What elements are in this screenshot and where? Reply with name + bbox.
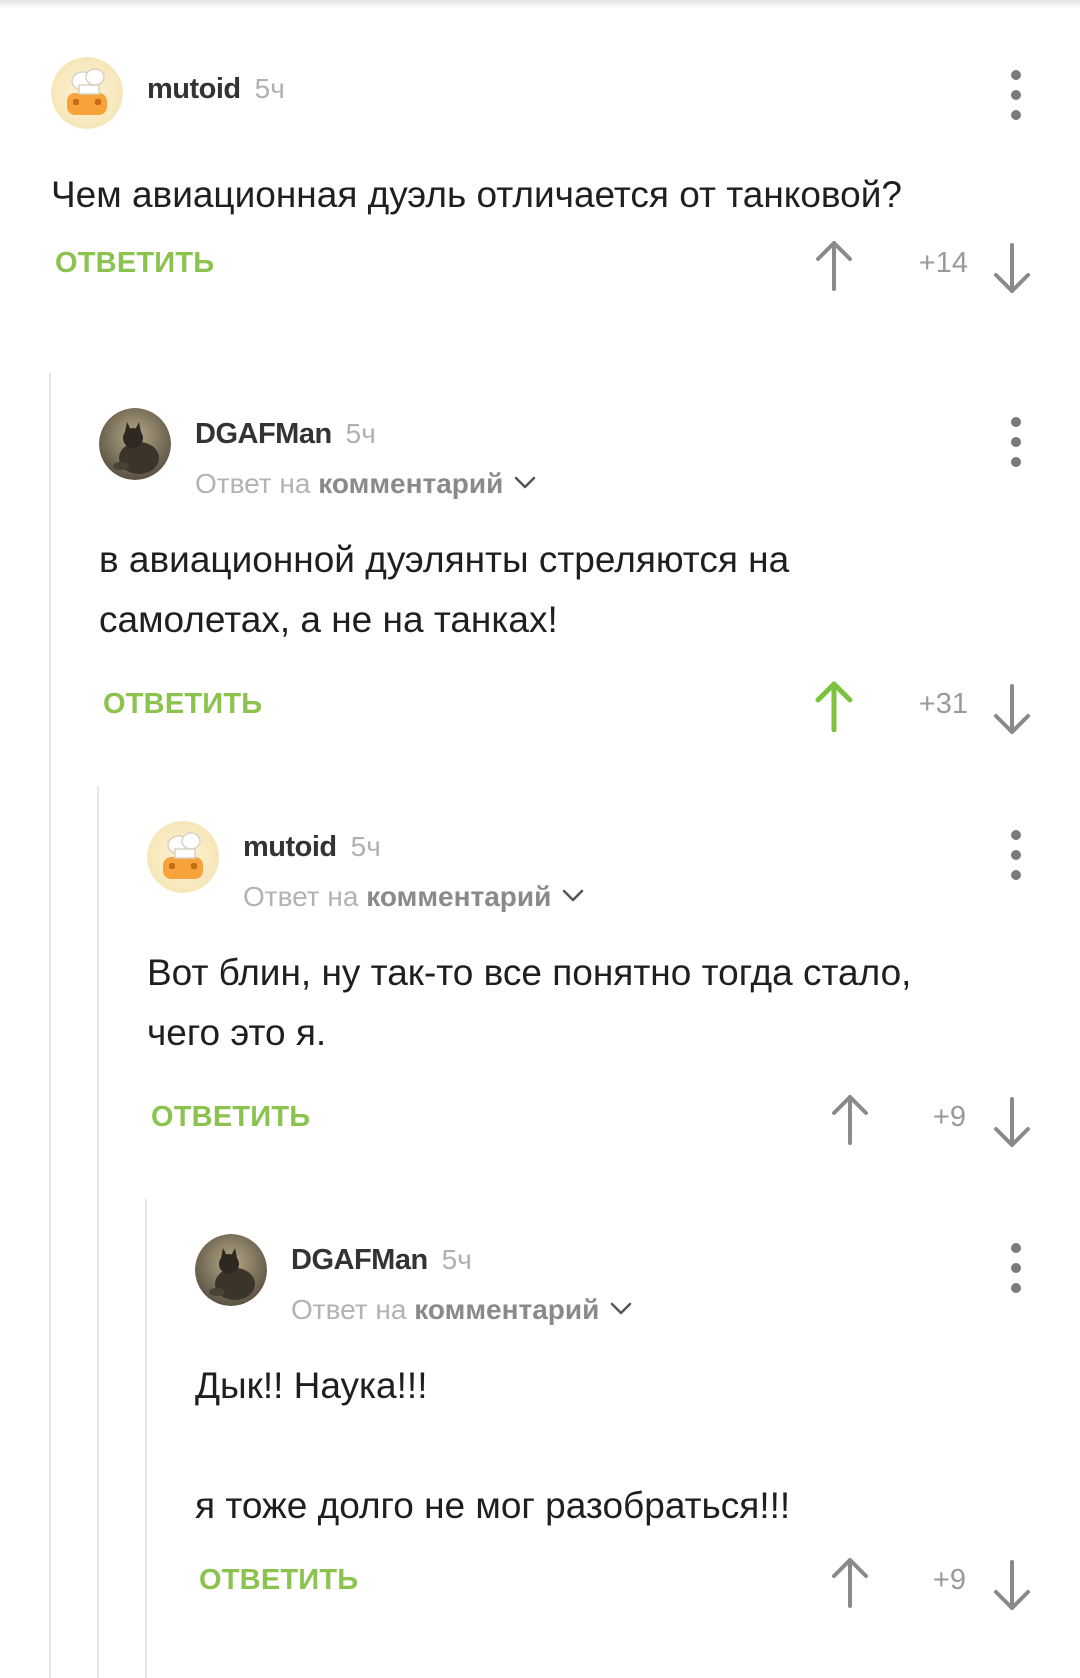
comment-text: Дык!! Наука!!! я тоже долго не мог разоб… <box>195 1365 791 1526</box>
author-name[interactable]: mutoid <box>147 73 241 105</box>
comment-header: mutoid 5ч <box>51 57 1080 137</box>
downvote-arrow-icon[interactable] <box>992 684 1032 736</box>
downvote-arrow-icon[interactable] <box>992 1560 1032 1612</box>
author-name[interactable]: DGAFMan <box>291 1244 428 1276</box>
comment: DGAFMan 5ч Ответ на комментарий в авиацио… <box>99 408 1080 740</box>
comment-actions: ОТВЕТИТЬ +14 <box>51 239 1080 299</box>
comment-text: Чем авиационная дуэль отличается от танк… <box>51 174 902 215</box>
reply-to-link[interactable]: комментарий <box>366 881 551 912</box>
upvote-arrow-icon[interactable] <box>814 680 854 732</box>
thread-line-level-2 <box>97 786 99 1678</box>
chevron-down-icon[interactable] <box>609 1301 633 1317</box>
more-options-icon[interactable] <box>1004 1238 1028 1298</box>
author-row: DGAFMan 5ч <box>195 418 376 451</box>
reply-to-link[interactable]: комментарий <box>318 468 503 499</box>
upvote-arrow-icon[interactable] <box>830 1093 870 1145</box>
chef-hat-avatar-icon[interactable] <box>147 821 219 893</box>
comment-text: Вот блин, ну так-то все понятно тогда ст… <box>147 952 912 1053</box>
comment-header: mutoid 5ч Ответ на комментарий <box>147 821 1080 912</box>
comment-time: 5ч <box>254 73 285 104</box>
reply-to-prefix: Ответ на <box>195 468 319 499</box>
upvote-arrow-icon[interactable] <box>814 239 854 291</box>
reply-to-line[interactable]: Ответ на комментарий <box>195 468 537 500</box>
comment-time: 5ч <box>350 831 381 862</box>
thread-line-level-3 <box>145 1199 147 1678</box>
comment: DGAFMan 5ч Ответ на комментарий Дык!! Нау… <box>195 1234 1080 1616</box>
comment-time: 5ч <box>441 1244 472 1275</box>
downvote-arrow-icon[interactable] <box>992 1097 1032 1149</box>
more-options-icon[interactable] <box>1004 412 1028 472</box>
author-name[interactable]: mutoid <box>243 831 337 863</box>
vote-score: +14 <box>918 247 968 279</box>
author-row: mutoid 5ч <box>147 73 285 106</box>
more-options-icon[interactable] <box>1004 825 1028 885</box>
vote-score: +9 <box>932 1564 966 1596</box>
comment-actions: ОТВЕТИТЬ +9 <box>147 1093 1080 1153</box>
comment: mutoid 5ч Ответ на комментарий Вот блин, … <box>147 821 1080 1153</box>
comment-time: 5ч <box>345 418 376 449</box>
topbar-shadow <box>0 0 1080 8</box>
vote-score: +31 <box>918 688 968 720</box>
reply-button[interactable]: ОТВЕТИТЬ <box>55 247 214 280</box>
reply-button[interactable]: ОТВЕТИТЬ <box>103 688 262 721</box>
comment-text: в авиационной дуэлянты стреляются на сам… <box>99 539 790 640</box>
more-options-icon[interactable] <box>1004 65 1028 125</box>
chevron-down-icon[interactable] <box>513 475 537 491</box>
comment: mutoid 5ч Чем авиационная дуэль отличаетс… <box>51 57 1080 299</box>
comment-header: DGAFMan 5ч Ответ на комментарий <box>99 408 1080 499</box>
reply-button[interactable]: ОТВЕТИТЬ <box>151 1101 310 1134</box>
cat-photo-avatar-icon[interactable] <box>195 1234 267 1306</box>
cat-photo-avatar-icon[interactable] <box>99 408 171 480</box>
reply-button[interactable]: ОТВЕТИТЬ <box>199 1564 358 1597</box>
comment-actions: ОТВЕТИТЬ +31 <box>99 680 1080 740</box>
reply-to-line[interactable]: Ответ на комментарий <box>291 1294 633 1326</box>
downvote-arrow-icon[interactable] <box>992 243 1032 295</box>
reply-to-link[interactable]: комментарий <box>414 1294 599 1325</box>
author-row: DGAFMan 5ч <box>291 1244 472 1277</box>
upvote-arrow-icon[interactable] <box>830 1556 870 1608</box>
reply-to-line[interactable]: Ответ на комментарий <box>243 881 585 913</box>
thread-line-level-1 <box>49 373 51 1678</box>
chevron-down-icon[interactable] <box>561 888 585 904</box>
author-row: mutoid 5ч <box>243 831 381 864</box>
reply-to-prefix: Ответ на <box>243 881 367 912</box>
vote-score: +9 <box>932 1101 966 1133</box>
comment-header: DGAFMan 5ч Ответ на комментарий <box>195 1234 1080 1325</box>
author-name[interactable]: DGAFMan <box>195 418 332 450</box>
reply-to-prefix: Ответ на <box>291 1294 415 1325</box>
chef-hat-avatar-icon[interactable] <box>51 57 123 129</box>
comment-actions: ОТВЕТИТЬ +9 <box>195 1556 1080 1616</box>
